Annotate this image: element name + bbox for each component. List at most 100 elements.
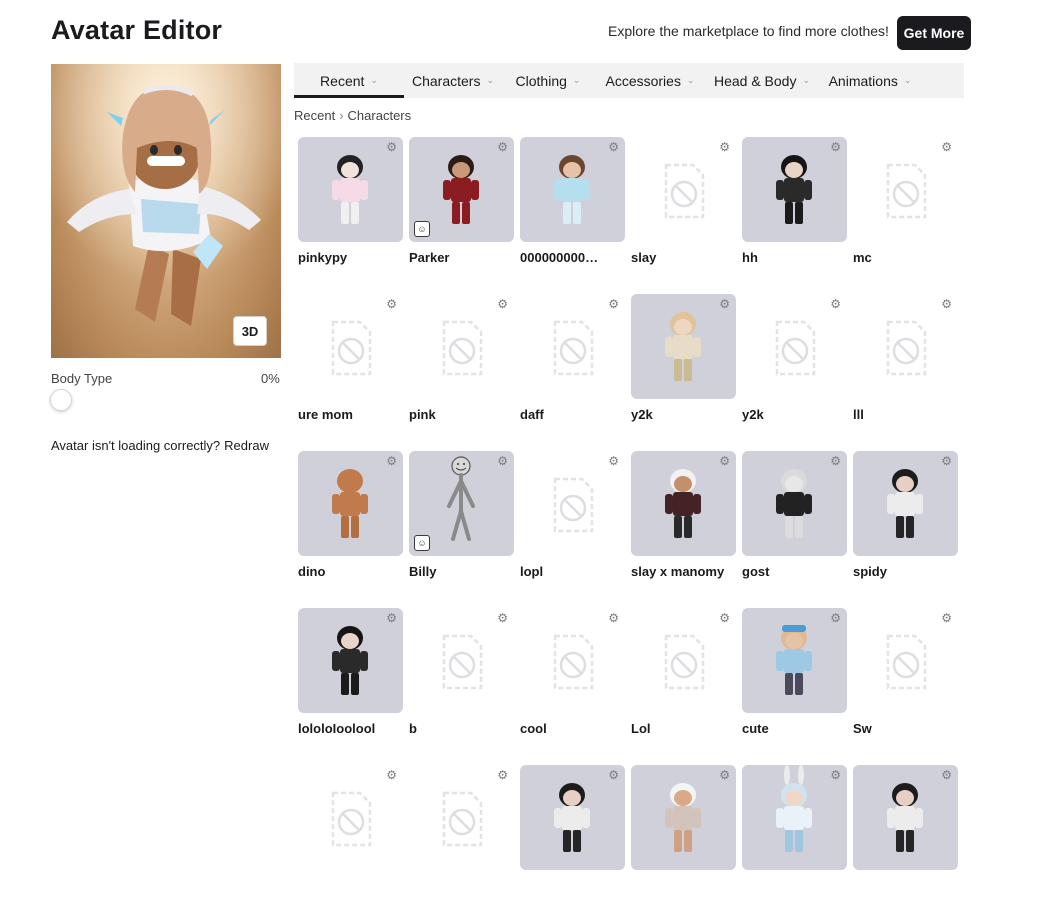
- character-card[interactable]: ⚙ ☺ Billy: [409, 451, 514, 608]
- character-thumbnail[interactable]: ⚙: [298, 608, 403, 713]
- character-card[interactable]: ⚙ y2k: [742, 294, 847, 451]
- character-thumbnail[interactable]: ⚙: [631, 765, 736, 870]
- character-card[interactable]: ⚙ hh: [742, 137, 847, 294]
- character-card[interactable]: ⚙ pinkypy: [298, 137, 403, 294]
- gear-icon[interactable]: ⚙: [497, 769, 508, 781]
- tab-clothing[interactable]: Clothing ⌄: [502, 63, 594, 98]
- gear-icon[interactable]: ⚙: [608, 141, 619, 153]
- character-card[interactable]: ⚙ y2k: [631, 294, 736, 451]
- tab-accessories[interactable]: Accessories ⌄: [594, 63, 706, 98]
- gear-icon[interactable]: ⚙: [497, 298, 508, 310]
- gear-icon[interactable]: ⚙: [386, 141, 397, 153]
- character-card[interactable]: ⚙: [298, 765, 403, 922]
- character-card[interactable]: ⚙: [742, 765, 847, 922]
- character-thumbnail[interactable]: ⚙: [298, 765, 403, 870]
- character-card[interactable]: ⚙ ure mom: [298, 294, 403, 451]
- character-card[interactable]: ⚙: [409, 765, 514, 922]
- character-card[interactable]: ⚙: [631, 765, 736, 922]
- character-thumbnail[interactable]: ⚙: [853, 608, 958, 713]
- character-card[interactable]: ⚙ slay: [631, 137, 736, 294]
- character-thumbnail[interactable]: ⚙: [520, 294, 625, 399]
- character-thumbnail[interactable]: ⚙: [742, 137, 847, 242]
- gear-icon[interactable]: ⚙: [830, 769, 841, 781]
- character-thumbnail[interactable]: ⚙: [298, 137, 403, 242]
- avatar-preview[interactable]: 3D: [51, 64, 281, 358]
- character-card[interactable]: ⚙ cute: [742, 608, 847, 765]
- gear-icon[interactable]: ⚙: [719, 298, 730, 310]
- character-thumbnail[interactable]: ⚙: [631, 451, 736, 556]
- character-card[interactable]: ⚙ 000000000…: [520, 137, 625, 294]
- gear-icon[interactable]: ⚙: [830, 298, 841, 310]
- gear-icon[interactable]: ⚙: [608, 612, 619, 624]
- character-card[interactable]: ⚙ Sw: [853, 608, 958, 765]
- body-type-slider[interactable]: [50, 389, 72, 411]
- character-card[interactable]: ⚙ lololoIoolool: [298, 608, 403, 765]
- character-card[interactable]: ⚙ slay x manomy: [631, 451, 736, 608]
- character-card[interactable]: ⚙ daff: [520, 294, 625, 451]
- character-card[interactable]: ⚙: [853, 765, 958, 922]
- gear-icon[interactable]: ⚙: [608, 769, 619, 781]
- character-thumbnail[interactable]: ⚙: [409, 765, 514, 870]
- tab-head-body[interactable]: Head & Body ⌄: [706, 63, 818, 98]
- character-thumbnail[interactable]: ⚙ ☺: [409, 137, 514, 242]
- gear-icon[interactable]: ⚙: [497, 455, 508, 467]
- gear-icon[interactable]: ⚙: [941, 298, 952, 310]
- gear-icon[interactable]: ⚙: [386, 769, 397, 781]
- character-card[interactable]: ⚙: [520, 765, 625, 922]
- character-card[interactable]: ⚙ Lol: [631, 608, 736, 765]
- character-card[interactable]: ⚙ b: [409, 608, 514, 765]
- gear-icon[interactable]: ⚙: [719, 769, 730, 781]
- character-thumbnail[interactable]: ⚙: [298, 294, 403, 399]
- character-thumbnail[interactable]: ⚙: [520, 451, 625, 556]
- gear-icon[interactable]: ⚙: [941, 141, 952, 153]
- character-card[interactable]: ⚙ gost: [742, 451, 847, 608]
- gear-icon[interactable]: ⚙: [941, 612, 952, 624]
- character-card[interactable]: ⚙ spidy: [853, 451, 958, 608]
- gear-icon[interactable]: ⚙: [497, 141, 508, 153]
- character-thumbnail[interactable]: ⚙: [409, 294, 514, 399]
- character-thumbnail[interactable]: ⚙: [409, 608, 514, 713]
- gear-icon[interactable]: ⚙: [497, 612, 508, 624]
- character-thumbnail[interactable]: ⚙: [742, 765, 847, 870]
- character-thumbnail[interactable]: ⚙: [742, 294, 847, 399]
- character-thumbnail[interactable]: ⚙: [853, 137, 958, 242]
- character-card[interactable]: ⚙ lll: [853, 294, 958, 451]
- tab-animations[interactable]: Animations ⌄: [818, 63, 922, 98]
- character-card[interactable]: ⚙ pink: [409, 294, 514, 451]
- view-3d-toggle[interactable]: 3D: [233, 316, 267, 346]
- character-thumbnail[interactable]: ⚙: [853, 765, 958, 870]
- character-card[interactable]: ⚙ cool: [520, 608, 625, 765]
- gear-icon[interactable]: ⚙: [608, 455, 619, 467]
- character-thumbnail[interactable]: ⚙: [853, 294, 958, 399]
- get-more-button[interactable]: Get More: [897, 16, 971, 50]
- character-card[interactable]: ⚙ dino: [298, 451, 403, 608]
- character-card[interactable]: ⚙ lopl: [520, 451, 625, 608]
- character-thumbnail[interactable]: ⚙: [631, 608, 736, 713]
- character-thumbnail[interactable]: ⚙: [742, 608, 847, 713]
- character-thumbnail[interactable]: ⚙: [520, 765, 625, 870]
- character-thumbnail[interactable]: ⚙: [520, 608, 625, 713]
- gear-icon[interactable]: ⚙: [830, 455, 841, 467]
- character-thumbnail[interactable]: ⚙ ☺: [409, 451, 514, 556]
- character-thumbnail[interactable]: ⚙: [631, 294, 736, 399]
- redraw-link[interactable]: Redraw: [224, 438, 269, 453]
- gear-icon[interactable]: ⚙: [719, 141, 730, 153]
- character-thumbnail[interactable]: ⚙: [853, 451, 958, 556]
- character-card[interactable]: ⚙ ☺ Parker: [409, 137, 514, 294]
- character-thumbnail[interactable]: ⚙: [520, 137, 625, 242]
- gear-icon[interactable]: ⚙: [830, 141, 841, 153]
- gear-icon[interactable]: ⚙: [386, 455, 397, 467]
- gear-icon[interactable]: ⚙: [386, 612, 397, 624]
- character-thumbnail[interactable]: ⚙: [742, 451, 847, 556]
- gear-icon[interactable]: ⚙: [941, 455, 952, 467]
- gear-icon[interactable]: ⚙: [941, 769, 952, 781]
- gear-icon[interactable]: ⚙: [719, 455, 730, 467]
- character-thumbnail[interactable]: ⚙: [631, 137, 736, 242]
- gear-icon[interactable]: ⚙: [719, 612, 730, 624]
- character-thumbnail[interactable]: ⚙: [298, 451, 403, 556]
- gear-icon[interactable]: ⚙: [608, 298, 619, 310]
- tab-characters[interactable]: Characters ⌄: [404, 63, 502, 98]
- character-card[interactable]: ⚙ mc: [853, 137, 958, 294]
- gear-icon[interactable]: ⚙: [386, 298, 397, 310]
- tab-recent[interactable]: Recent ⌄: [294, 63, 404, 98]
